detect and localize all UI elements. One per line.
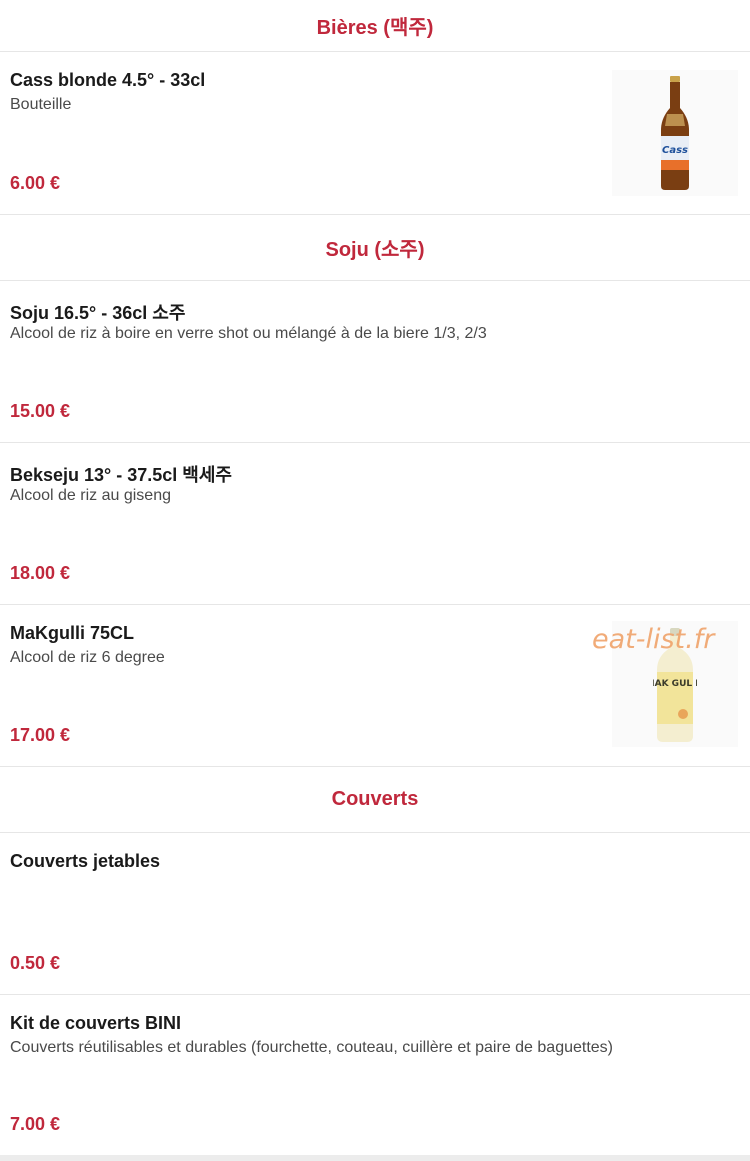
item-name: MaKgulli 75CL <box>10 623 135 643</box>
bottle-brand-label: Cass <box>662 145 688 156</box>
product-image: Cass <box>612 70 738 196</box>
item-price: 18.00 € <box>10 563 71 583</box>
item-description: Alcool de riz au giseng <box>10 487 171 504</box>
menu-item-couverts-jetables[interactable]: Couverts jetables 0.50 € <box>0 833 750 995</box>
item-description: Alcool de riz à boire en verre shot ou m… <box>10 325 487 342</box>
item-price: 7.00 € <box>10 1114 61 1134</box>
menu-item-kit-bini[interactable]: Kit de couverts BINI Couverts réutilisab… <box>0 995 750 1155</box>
bottle-brand-label: MAK GUL LI <box>653 679 697 689</box>
watermark: eat-list.fr <box>592 624 715 655</box>
item-name: Cass blonde 4.5° - 33cl <box>10 70 206 90</box>
item-price: 15.00 € <box>10 401 71 421</box>
item-price: 17.00 € <box>10 725 71 745</box>
section-title: Soju (소주) <box>325 239 425 261</box>
menu-item-cass[interactable]: Cass blonde 4.5° - 33cl Bouteille 6.00 €… <box>0 52 750 215</box>
beer-bottle-icon: Cass <box>661 76 689 190</box>
item-description: Bouteille <box>10 96 72 113</box>
item-name: Soju 16.5° - 36cl 소주 <box>10 303 186 323</box>
item-description: Couverts réutilisables et durables (four… <box>10 1039 614 1056</box>
item-price: 0.50 € <box>10 953 61 973</box>
item-price: 6.00 € <box>10 173 61 193</box>
section-title: Bières (맥주) <box>316 17 434 39</box>
menu-item-soju[interactable]: Soju 16.5° - 36cl 소주 Alcool de riz à boi… <box>0 281 750 443</box>
item-name: Kit de couverts BINI <box>10 1013 182 1033</box>
item-name: Couverts jetables <box>10 851 161 871</box>
item-name: Bekseju 13° - 37.5cl 백세주 <box>10 465 232 485</box>
section-header-bieres: Bières (맥주) <box>0 0 750 52</box>
section-header-couverts: Couverts <box>0 767 750 833</box>
menu-item-bekseju[interactable]: Bekseju 13° - 37.5cl 백세주 Alcool de riz a… <box>0 443 750 605</box>
section-title: Couverts <box>331 788 419 810</box>
item-description: Alcool de riz 6 degree <box>10 649 165 666</box>
section-header-soju: Soju (소주) <box>0 215 750 281</box>
bottom-divider <box>0 1155 750 1161</box>
